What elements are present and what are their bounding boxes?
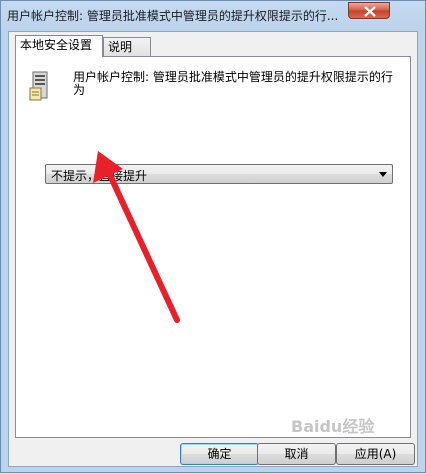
watermark: Baidu经验 [291,417,375,436]
apply-button[interactable]: 应用(A) [336,443,415,465]
dropdown-selected-value: 不提示，直接提升 [51,169,148,183]
tab-local-security-setting[interactable]: 本地安全设置 [15,35,103,57]
window-title: 用户帐户控制: 管理员批准模式中管理员的提升权限提示的行... [7,9,339,23]
close-button[interactable] [348,2,390,19]
title-bar[interactable]: 用户帐户控制: 管理员批准模式中管理员的提升权限提示的行... [1,1,426,29]
server-policy-icon [29,71,48,101]
tab-explain[interactable]: 说明 [103,37,151,56]
close-icon [364,6,376,17]
cancel-button[interactable]: 取消 [257,443,336,465]
policy-description: 用户帐户控制: 管理员批准模式中管理员的提升权限提示的行为 [73,70,393,97]
ok-button[interactable]: 确定 [180,443,259,465]
tab-panel: 用户帐户控制: 管理员批准模式中管理员的提升权限提示的行为 不提示，直接提升 [15,56,411,438]
policy-dialog-window: 用户帐户控制: 管理员批准模式中管理员的提升权限提示的行... 本地安全设置 说… [0,0,426,473]
dialog-client-area: 本地安全设置 说明 用户帐户控制: 管理员批准模式中管理员的提升权限提示的行为 … [8,31,418,467]
chevron-down-icon [379,172,387,177]
elevation-prompt-select[interactable]: 不提示，直接提升 [45,164,393,184]
